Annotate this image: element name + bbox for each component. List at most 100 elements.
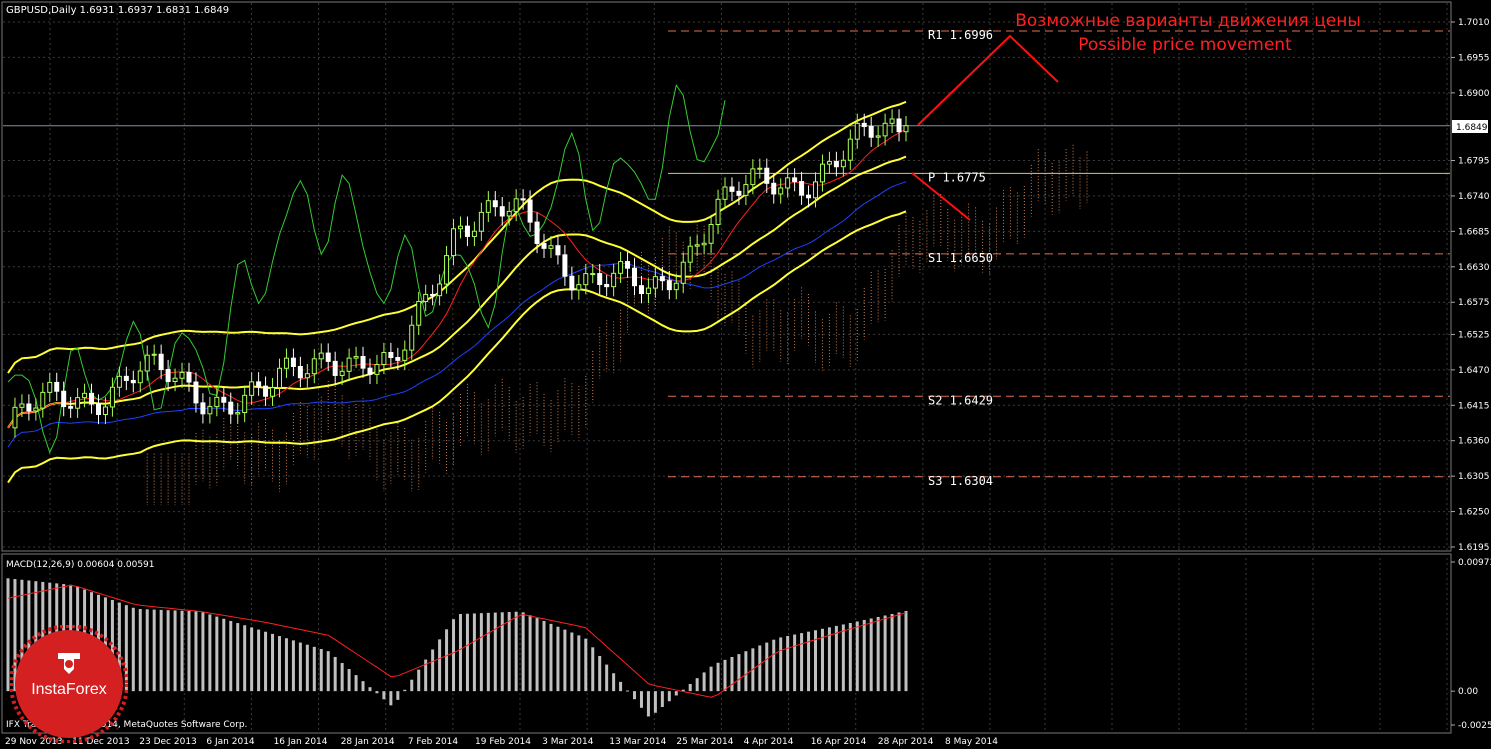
macd-bar: [389, 691, 393, 706]
main-panel-frame: [1, 1, 1452, 552]
candle-body: [792, 177, 798, 183]
pivot-levels: [3, 30, 1450, 478]
macd-bar: [598, 655, 602, 692]
macd-bar: [229, 620, 233, 692]
macd-bar: [793, 634, 797, 692]
symbol-header: GBPUSD,Daily 1.6931 1.6937 1.6831 1.6849: [6, 5, 229, 16]
candle-body: [416, 300, 422, 326]
macd-bar: [660, 691, 664, 707]
date-tick-label: 19 Feb 2014: [475, 737, 531, 747]
macd-bar: [361, 681, 365, 692]
candle-body: [799, 181, 805, 196]
candle-body: [263, 385, 269, 397]
pivot-label-p: P 1.6775: [928, 170, 986, 184]
date-tick-label: 25 Mar 2014: [676, 737, 733, 747]
candle-body: [40, 391, 46, 409]
candle-body: [778, 187, 784, 195]
candle-body: [165, 369, 171, 383]
candle-body: [819, 163, 825, 183]
candle-body: [388, 352, 394, 359]
macd-bar: [215, 616, 219, 692]
macd-bar: [284, 638, 288, 692]
candle-body: [346, 357, 352, 372]
date-tick-label: 23 Dec 2013: [139, 737, 197, 747]
macd-bar: [493, 612, 497, 692]
candle-body: [381, 352, 387, 366]
macd-bar: [897, 612, 901, 692]
macd-bar: [633, 691, 637, 700]
price-tick-label: 1.6195: [1458, 543, 1490, 553]
pivot-label-s2: S2 1.6429: [928, 393, 993, 407]
macd-bar: [570, 632, 574, 692]
candle-body: [12, 406, 18, 429]
candle-body: [130, 379, 136, 384]
candle-body: [89, 392, 95, 405]
candle-body: [513, 198, 519, 212]
macd-bar: [528, 615, 532, 692]
macd-bar: [869, 618, 873, 692]
macd-bar: [709, 666, 713, 692]
candle-body: [715, 198, 721, 225]
macd-bar: [173, 610, 177, 692]
macd-bar: [326, 651, 330, 692]
macd-bar: [257, 629, 261, 692]
macd-bar: [786, 635, 790, 692]
candle-body: [708, 223, 714, 244]
macd-bar: [180, 610, 184, 692]
macd-bar: [765, 642, 769, 692]
macd-tick-label: 0.00: [1458, 687, 1478, 697]
candle-body: [785, 177, 791, 189]
macd-bar: [333, 656, 337, 692]
candle-body: [402, 349, 408, 361]
candle-body: [256, 381, 262, 387]
candle-body: [360, 355, 366, 369]
pivot-level-labels: R1 1.6996 P 1.6775 S1 1.6650 S2 1.6429 S3 1.…: [928, 28, 993, 488]
candle-body: [276, 367, 282, 389]
bullish-path-line: [917, 34, 1059, 126]
candle-body: [332, 360, 338, 376]
candle-body: [311, 358, 317, 375]
candle-body: [771, 182, 777, 195]
macd-bar: [243, 625, 247, 692]
candle-body: [583, 273, 589, 286]
macd-bar: [264, 631, 268, 692]
date-tick-label: 28 Jan 2014: [341, 737, 395, 747]
price-tick-label: 1.6250: [1458, 508, 1490, 518]
macd-bar: [862, 619, 866, 692]
candle-body: [611, 272, 617, 288]
indicator-lines: [7, 84, 907, 484]
macd-bar: [619, 681, 623, 692]
candle-body: [68, 406, 74, 409]
macd-bar: [639, 691, 643, 708]
candle-body: [367, 367, 373, 375]
candle-body: [757, 167, 763, 170]
date-tick-label: 16 Jan 2014: [274, 737, 328, 747]
macd-bar: [605, 664, 609, 692]
price-axis: 1.7010 1.6955 1.6900 1.6795 1.6740 1.6685 1.66…: [1451, 18, 1490, 553]
pivot-label-s1: S1 1.6650: [928, 251, 993, 265]
candle-body: [54, 381, 60, 392]
candle-body: [652, 276, 658, 289]
price-tick-label: 1.6740: [1458, 192, 1490, 202]
candle-body: [471, 230, 477, 237]
macd-bar: [291, 640, 295, 692]
instaforex-logo: InstaForex: [9, 624, 129, 744]
candle-body: [701, 242, 707, 246]
candle-body: [116, 375, 122, 388]
ichimoku-cloud: [146, 144, 1088, 506]
candle-body: [485, 200, 491, 213]
candle-body: [144, 354, 150, 372]
candle-body: [283, 357, 289, 369]
candle-body: [889, 118, 895, 124]
pivot-label-r1: R1 1.6996: [928, 28, 993, 42]
candle-body: [423, 293, 429, 302]
candle-body: [123, 375, 129, 381]
macd-bar: [542, 620, 546, 692]
candle-body: [228, 401, 234, 415]
logo-text: InstaForex: [31, 681, 107, 698]
candle-body: [158, 353, 164, 371]
candle-body: [562, 254, 568, 277]
chikou-span-line: [7, 84, 726, 454]
macd-bar: [688, 683, 692, 692]
candle-body: [172, 377, 178, 383]
